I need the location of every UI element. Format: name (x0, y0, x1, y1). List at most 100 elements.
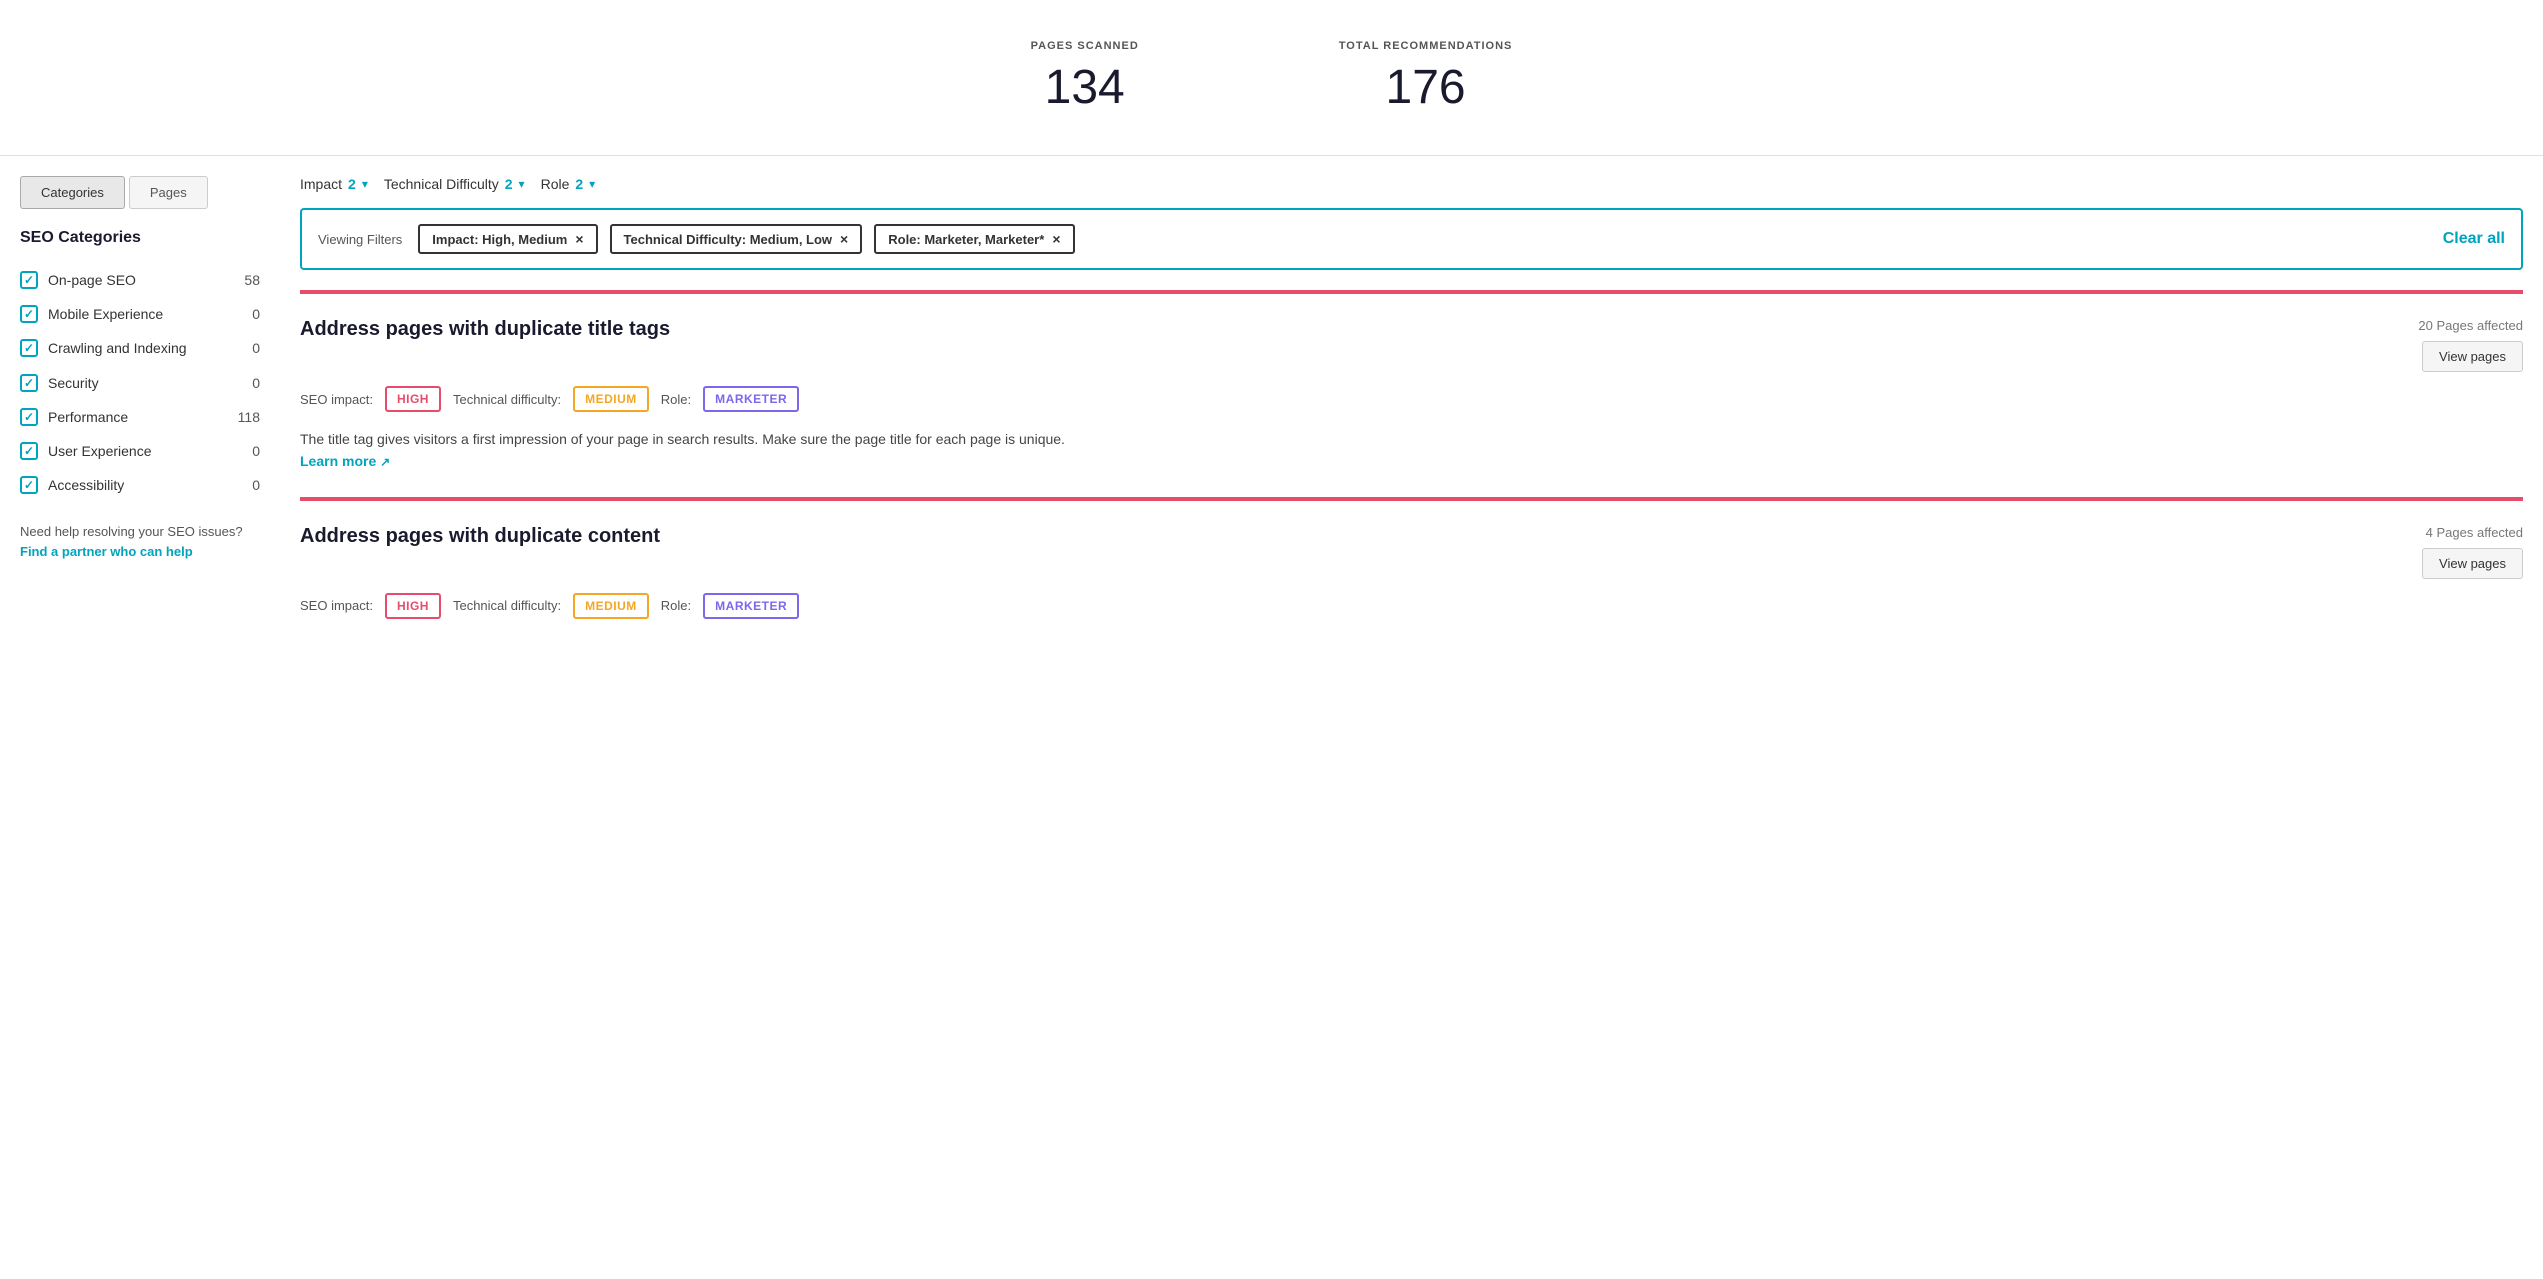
technical-difficulty-badge: MEDIUM (573, 386, 649, 412)
main-layout: Categories Pages SEO Categories On-page … (0, 156, 2543, 679)
card-header: Address pages with duplicate content 4 P… (300, 525, 2523, 579)
badges-row: SEO impact: HIGH Technical difficulty: M… (300, 593, 2523, 619)
card-header: Address pages with duplicate title tags … (300, 318, 2523, 372)
recommendation-card: Address pages with duplicate content 4 P… (300, 497, 2523, 659)
category-checkbox[interactable] (20, 305, 38, 323)
view-pages-button[interactable]: View pages (2422, 548, 2523, 579)
category-name: On-page SEO (48, 271, 234, 289)
stats-bar: PAGES SCANNED 134 TOTAL RECOMMENDATIONS … (0, 0, 2543, 156)
category-checkbox[interactable] (20, 442, 38, 460)
category-name: Performance (48, 408, 228, 426)
category-checkbox[interactable] (20, 408, 38, 426)
technical-difficulty-badge-label: Technical difficulty: (453, 598, 561, 613)
category-name: User Experience (48, 442, 242, 460)
view-pages-button[interactable]: View pages (2422, 341, 2523, 372)
category-item[interactable]: Security 0 (20, 366, 260, 400)
technical-difficulty-chevron-icon: ▾ (519, 177, 525, 191)
total-recommendations-label: TOTAL RECOMMENDATIONS (1339, 40, 1513, 52)
technical-difficulty-filter-label: Technical Difficulty (384, 176, 499, 192)
role-chevron-icon: ▾ (589, 177, 595, 191)
pages-scanned-label: PAGES SCANNED (1031, 40, 1139, 52)
role-tag-label: Role: Marketer, Marketer* (888, 232, 1044, 247)
category-checkbox[interactable] (20, 339, 38, 357)
card-description: The title tag gives visitors a first imp… (300, 428, 1100, 473)
badges-row: SEO impact: HIGH Technical difficulty: M… (300, 386, 2523, 412)
tab-row: Categories Pages (20, 176, 260, 209)
technical-difficulty-badge: MEDIUM (573, 593, 649, 619)
role-filter-label: Role (541, 176, 570, 192)
pages-scanned-value: 134 (1031, 60, 1139, 115)
category-name: Security (48, 374, 242, 392)
seo-impact-badge: HIGH (385, 593, 441, 619)
tab-categories[interactable]: Categories (20, 176, 125, 209)
help-text-static: Need help resolving your SEO issues? (20, 524, 243, 539)
technical-difficulty-tag-label: Technical Difficulty: Medium, Low (624, 232, 833, 247)
technical-difficulty-tag-close-icon[interactable]: × (840, 231, 848, 247)
category-count: 0 (252, 306, 260, 322)
category-item[interactable]: User Experience 0 (20, 434, 260, 468)
pages-affected-area: 20 Pages affected View pages (2418, 318, 2523, 372)
content-area: Impact 2 ▾ Technical Difficulty 2 ▾ Role… (280, 176, 2543, 659)
recommendation-card: Address pages with duplicate title tags … (300, 290, 2523, 497)
impact-filter-tag[interactable]: Impact: High, Medium × (418, 224, 597, 254)
category-item[interactable]: Performance 118 (20, 400, 260, 434)
category-checkbox[interactable] (20, 476, 38, 494)
find-partner-link[interactable]: Find a partner who can help (20, 544, 193, 559)
impact-chevron-icon: ▾ (362, 177, 368, 191)
pages-scanned-stat: PAGES SCANNED 134 (1031, 40, 1139, 115)
seo-impact-label: SEO impact: (300, 392, 373, 407)
total-recommendations-stat: TOTAL RECOMMENDATIONS 176 (1339, 40, 1513, 115)
seo-impact-label: SEO impact: (300, 598, 373, 613)
technical-difficulty-filter-dropdown[interactable]: Technical Difficulty 2 ▾ (384, 176, 525, 192)
category-count: 0 (252, 375, 260, 391)
category-checkbox[interactable] (20, 271, 38, 289)
total-recommendations-value: 176 (1339, 60, 1513, 115)
category-item[interactable]: Mobile Experience 0 (20, 297, 260, 331)
category-name: Mobile Experience (48, 305, 242, 323)
pages-affected-text: 20 Pages affected (2418, 318, 2523, 333)
category-item[interactable]: On-page SEO 58 (20, 263, 260, 297)
category-name: Accessibility (48, 476, 242, 494)
role-tag-close-icon[interactable]: × (1052, 231, 1060, 247)
category-count: 0 (252, 477, 260, 493)
tab-pages[interactable]: Pages (129, 176, 208, 209)
pages-affected-text: 4 Pages affected (2422, 525, 2523, 540)
role-filter-tag[interactable]: Role: Marketer, Marketer* × (874, 224, 1074, 254)
viewing-filters-bar: Viewing Filters Impact: High, Medium × T… (300, 208, 2523, 270)
category-count: 58 (244, 272, 260, 288)
role-badge: MARKETER (703, 593, 799, 619)
filter-bar: Impact 2 ▾ Technical Difficulty 2 ▾ Role… (300, 176, 2523, 192)
recommendations-list: Address pages with duplicate title tags … (300, 290, 2523, 659)
external-link-icon: ↗ (380, 455, 390, 469)
card-title: Address pages with duplicate title tags (300, 318, 670, 341)
seo-categories-title: SEO Categories (20, 229, 260, 247)
viewing-filters-label: Viewing Filters (318, 232, 402, 247)
impact-filter-dropdown[interactable]: Impact 2 ▾ (300, 176, 368, 192)
category-count: 0 (252, 340, 260, 356)
impact-tag-close-icon[interactable]: × (575, 231, 583, 247)
clear-all-button[interactable]: Clear all (2443, 230, 2505, 248)
role-filter-count: 2 (575, 176, 583, 192)
pages-affected-area: 4 Pages affected View pages (2422, 525, 2523, 579)
card-title: Address pages with duplicate content (300, 525, 660, 548)
category-item[interactable]: Accessibility 0 (20, 468, 260, 502)
technical-difficulty-filter-count: 2 (505, 176, 513, 192)
learn-more-link[interactable]: Learn more ↗ (300, 453, 390, 469)
seo-impact-badge: HIGH (385, 386, 441, 412)
technical-difficulty-filter-tag[interactable]: Technical Difficulty: Medium, Low × (610, 224, 863, 254)
help-text-block: Need help resolving your SEO issues? Fin… (20, 522, 260, 561)
category-item[interactable]: Crawling and Indexing 0 (20, 331, 260, 365)
category-count: 118 (238, 409, 260, 425)
impact-filter-count: 2 (348, 176, 356, 192)
category-checkbox[interactable] (20, 374, 38, 392)
role-badge-label: Role: (661, 392, 691, 407)
category-name: Crawling and Indexing (48, 339, 242, 357)
category-count: 0 (252, 443, 260, 459)
categories-list: On-page SEO 58 Mobile Experience 0 Crawl… (20, 263, 260, 502)
role-badge-label: Role: (661, 598, 691, 613)
technical-difficulty-badge-label: Technical difficulty: (453, 392, 561, 407)
role-filter-dropdown[interactable]: Role 2 ▾ (541, 176, 596, 192)
role-badge: MARKETER (703, 386, 799, 412)
impact-filter-label: Impact (300, 176, 342, 192)
sidebar: Categories Pages SEO Categories On-page … (0, 176, 280, 659)
